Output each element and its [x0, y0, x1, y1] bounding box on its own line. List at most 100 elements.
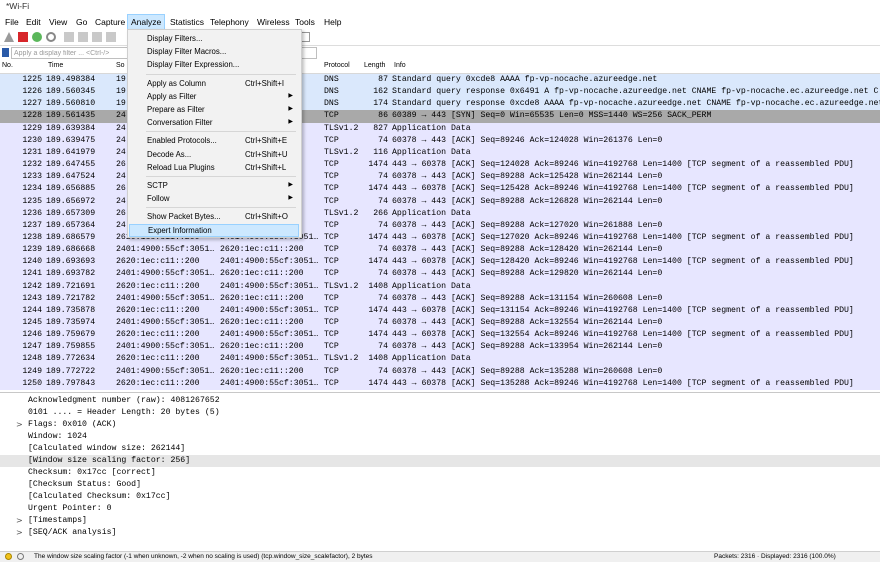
- packet-info: 60378 → 443 [ACK] Seq=89288 Ack=131154 W…: [392, 293, 663, 303]
- packet-length: 74: [378, 366, 388, 376]
- column-header-length[interactable]: Length: [364, 62, 385, 69]
- detail-row[interactable]: > [SEQ/ACK analysis]: [0, 527, 880, 539]
- expand-arrow-icon[interactable]: >: [16, 527, 23, 539]
- capture-comment-icon[interactable]: [17, 553, 24, 560]
- stop-capture-icon[interactable]: [18, 32, 28, 42]
- packet-destination: 2401:4900:55cf:3051…: [220, 354, 319, 364]
- packet-info: Application Data: [392, 123, 471, 133]
- restart-capture-icon[interactable]: [32, 32, 42, 42]
- detail-row[interactable]: [Calculated window size: 262144]: [0, 443, 880, 455]
- menu-item-label: Enabled Protocols...: [147, 136, 217, 146]
- analyze-menu-item-show-packet-bytes[interactable]: Show Packet Bytes... Ctrl+Shift+O: [129, 210, 299, 223]
- packet-number: 1246: [22, 330, 42, 340]
- packet-number: 1234: [22, 184, 42, 194]
- expert-info-status-icon[interactable]: [5, 553, 12, 560]
- packet-row[interactable]: 1243 189.721782 2401:4900:55cf:3051… 2620:1…: [0, 292, 880, 305]
- packet-row[interactable]: 1247 189.759855 2401:4900:55cf:3051… 2620:1…: [0, 341, 880, 354]
- packet-length: 74: [378, 293, 388, 303]
- packet-source: 2401:4900:55cf:3051…: [116, 269, 215, 279]
- menu-edit[interactable]: Edit: [23, 14, 44, 30]
- menu-help[interactable]: Help: [321, 14, 344, 30]
- detail-row[interactable]: Acknowledgment number (raw): 4081267652: [0, 395, 880, 407]
- save-file-icon[interactable]: [78, 32, 88, 42]
- detail-row[interactable]: Urgent Pointer: 0: [0, 503, 880, 515]
- analyze-menu-item-conversation-filter[interactable]: Conversation Filter ▶: [129, 116, 299, 129]
- menu-statistics[interactable]: Statistics: [167, 14, 207, 30]
- menu-view[interactable]: View: [46, 14, 70, 30]
- packet-destination: 2620:1ec:c11::200: [220, 342, 304, 352]
- analyze-menu-item-enabled-protocols[interactable]: Enabled Protocols... Ctrl+Shift+E: [129, 134, 299, 147]
- bookmark-icon[interactable]: [2, 48, 9, 57]
- packet-row[interactable]: 1249 189.772722 2401:4900:55cf:3051… 2620:1…: [0, 365, 880, 378]
- packet-row[interactable]: 1246 189.759679 2620:1ec:c11::200 2401:4900…: [0, 329, 880, 342]
- packet-number: 1227: [22, 99, 42, 109]
- analyze-menu-item-prepare-as-filter[interactable]: Prepare as Filter ▶: [129, 103, 299, 116]
- analyze-menu-item-apply-as-filter[interactable]: Apply as Filter ▶: [129, 90, 299, 103]
- open-file-icon[interactable]: [64, 32, 74, 42]
- shark-fin-start-icon[interactable]: [4, 32, 14, 42]
- packet-row[interactable]: 1239 189.686668 2401:4900:55cf:3051… 2620:1…: [0, 244, 880, 257]
- analyze-menu-item-display-filter-expression[interactable]: Display Filter Expression...: [129, 58, 299, 71]
- expand-arrow-icon[interactable]: >: [16, 515, 23, 527]
- column-header-time[interactable]: Time: [48, 62, 63, 69]
- column-header-info[interactable]: Info: [394, 62, 406, 69]
- analyze-menu-item-reload-lua-plugins[interactable]: Reload Lua Plugins Ctrl+Shift+L: [129, 161, 299, 174]
- packet-row[interactable]: 1250 189.797843 2620:1ec:c11::200 2401:4900…: [0, 377, 880, 390]
- menu-item-label: Display Filter Macros...: [147, 47, 227, 57]
- close-file-icon[interactable]: [92, 32, 102, 42]
- menu-telephony[interactable]: Telephony: [207, 14, 252, 30]
- packet-length: 1474: [368, 305, 388, 315]
- packet-number: 1245: [22, 318, 42, 327]
- menu-file[interactable]: File: [2, 14, 22, 30]
- packet-row[interactable]: 1244 189.735878 2620:1ec:c11::200 2401:4900…: [0, 304, 880, 318]
- packet-protocol: TLSv1.2: [324, 147, 359, 157]
- analyze-menu-item-decode-as[interactable]: Decode As... Ctrl+Shift+U: [129, 148, 299, 161]
- column-header-no[interactable]: No.: [2, 62, 13, 69]
- detail-row[interactable]: > Flags: 0x010 (ACK): [0, 419, 880, 431]
- detail-row[interactable]: 0101 .... = Header Length: 20 bytes (5): [0, 407, 880, 419]
- analyze-menu-item-follow[interactable]: Follow ▶: [129, 192, 299, 205]
- packet-info: 443 → 60378 [ACK] Seq=128420 Ack=89246 W…: [392, 257, 854, 267]
- column-header-source[interactable]: So: [116, 62, 125, 69]
- detail-row[interactable]: [Window size scaling factor: 256]: [0, 455, 880, 467]
- packet-number: 1228: [22, 111, 42, 121]
- packet-protocol: TCP: [324, 245, 339, 255]
- packet-protocol: DNS: [324, 75, 339, 84]
- packet-row[interactable]: 1248 189.772634 2620:1ec:c11::200 2401:4900…: [0, 353, 880, 366]
- expand-arrow-icon[interactable]: >: [16, 419, 23, 431]
- menu-analyze[interactable]: Analyze: [127, 14, 166, 30]
- menu-go[interactable]: Go: [73, 14, 90, 30]
- detail-row[interactable]: Checksum: 0x17cc [correct]: [0, 467, 880, 479]
- packet-source: 2620:1ec:c11::200: [116, 257, 200, 267]
- packet-protocol: TCP: [324, 172, 339, 182]
- menu-wireless[interactable]: Wireless: [254, 14, 293, 30]
- packet-number: 1225: [22, 75, 42, 84]
- analyze-menu-item-sctp[interactable]: SCTP ▶: [129, 179, 299, 192]
- packet-protocol: TLSv1.2: [324, 123, 359, 133]
- detail-text: [Calculated window size: 262144]: [28, 444, 186, 453]
- packet-number: 1238: [22, 232, 42, 242]
- menu-tools[interactable]: Tools: [292, 14, 318, 30]
- detail-row[interactable]: > [Timestamps]: [0, 515, 880, 527]
- menu-item-label: Display Filters...: [147, 34, 203, 43]
- packet-row[interactable]: 1241 189.693782 2401:4900:55cf:3051… 2620:1…: [0, 268, 880, 281]
- analyze-menu-item-display-filter-macros[interactable]: Display Filter Macros...: [129, 45, 299, 58]
- packet-destination: 2401:4900:55cf:3051…: [220, 257, 319, 267]
- packet-source: 2620:1ec:c11::200: [116, 281, 200, 291]
- packet-info: 443 → 60378 [ACK] Seq=127020 Ack=89246 W…: [392, 232, 854, 242]
- column-header-protocol[interactable]: Protocol: [324, 62, 350, 69]
- packet-row[interactable]: 1242 189.721691 2620:1ec:c11::200 2401:4900…: [0, 280, 880, 293]
- capture-options-icon[interactable]: [46, 32, 56, 42]
- packet-protocol: TCP: [324, 330, 339, 340]
- packet-source: 26: [116, 160, 126, 170]
- packet-row[interactable]: 1245 189.735974 2401:4900:55cf:3051… 2620:1…: [0, 317, 880, 330]
- analyze-menu-item-display-filters[interactable]: Display Filters...: [129, 32, 299, 45]
- reload-file-icon[interactable]: [106, 32, 116, 42]
- detail-row[interactable]: [Calculated Checksum: 0x17cc]: [0, 491, 880, 503]
- detail-row[interactable]: Window: 1024: [0, 431, 880, 443]
- detail-row[interactable]: [Checksum Status: Good]: [0, 479, 880, 491]
- packet-row[interactable]: 1240 189.693693 2620:1ec:c11::200 2401:4900…: [0, 256, 880, 269]
- analyze-menu-item-apply-as-column[interactable]: Apply as Column Ctrl+Shift+I: [129, 77, 299, 90]
- menu-capture[interactable]: Capture: [92, 14, 128, 30]
- analyze-menu-item-expert-information[interactable]: Expert Information: [129, 223, 299, 237]
